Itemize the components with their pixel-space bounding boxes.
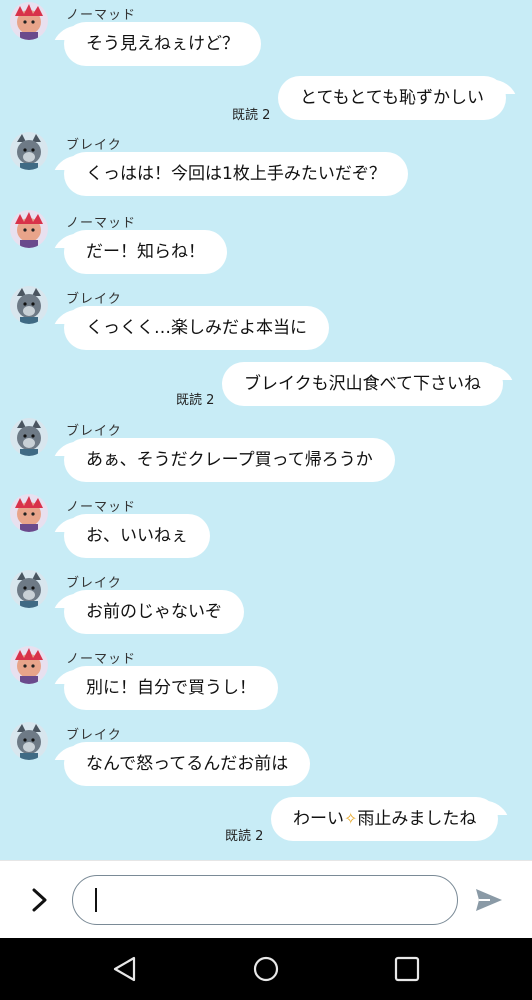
message-bubble[interactable]: 別に！自分で買うし！ bbox=[64, 666, 278, 710]
break-avatar[interactable] bbox=[10, 722, 48, 760]
home-circle-icon[interactable] bbox=[251, 954, 281, 984]
sender-name: ノーマッド bbox=[66, 500, 137, 515]
message-bubble[interactable]: ブレイクも沢山食べて下さいね bbox=[222, 362, 503, 406]
sparkle-icon: ✧ bbox=[344, 809, 358, 828]
message-bubble[interactable]: あぁ、そうだクレープ買って帰ろうか bbox=[64, 438, 395, 482]
message-row: ブレイク お前のじゃないぞ bbox=[0, 568, 532, 638]
android-navigation-bar bbox=[0, 938, 532, 1000]
message-input[interactable] bbox=[72, 875, 458, 925]
break-avatar[interactable] bbox=[10, 570, 48, 608]
message-row: 既読 2 わーい✧雨止みましたね bbox=[0, 797, 532, 847]
message-row: ブレイク あぁ、そうだクレープ買って帰ろうか bbox=[0, 416, 532, 486]
message-row: ブレイク なんで怒ってるんだお前は bbox=[0, 720, 532, 790]
sender-name: ノーマッド bbox=[66, 8, 137, 23]
chat-area[interactable]: ノーマッド そう見えねぇけど？ 既読 2 とてもとても恥ずかしい ブレイク くっ… bbox=[0, 0, 532, 860]
sender-name: ブレイク bbox=[66, 728, 122, 743]
message-row: ノーマッド お、いいねぇ bbox=[0, 492, 532, 562]
back-triangle-icon[interactable] bbox=[110, 954, 140, 984]
message-text: わーい bbox=[293, 809, 344, 829]
sender-name: ブレイク bbox=[66, 424, 122, 439]
message-bubble[interactable]: お前のじゃないぞ bbox=[64, 590, 244, 634]
message-row: ノーマッド そう見えねぇけど？ bbox=[0, 0, 532, 70]
break-avatar[interactable] bbox=[10, 418, 48, 456]
message-bubble[interactable]: くっはは！今回は1枚上手みたいだぞ？ bbox=[64, 152, 408, 196]
message-row: ノーマッド 別に！自分で買うし！ bbox=[0, 644, 532, 714]
message-bubble[interactable]: だー！知らね！ bbox=[64, 230, 227, 274]
message-bubble[interactable]: わーい✧雨止みましたね bbox=[271, 797, 499, 841]
message-bubble[interactable]: お、いいねぇ bbox=[64, 514, 210, 558]
nomad-avatar[interactable] bbox=[10, 646, 48, 684]
sender-name: ブレイク bbox=[66, 138, 122, 153]
read-receipt: 既読 2 bbox=[225, 829, 264, 844]
chevron-right-icon[interactable] bbox=[24, 885, 54, 915]
text-caret bbox=[95, 888, 97, 912]
break-avatar[interactable] bbox=[10, 132, 48, 170]
send-icon[interactable] bbox=[474, 885, 504, 915]
message-bubble[interactable]: とてもとても恥ずかしい bbox=[278, 76, 506, 120]
nomad-avatar[interactable] bbox=[10, 494, 48, 532]
message-row: 既読 2 とてもとても恥ずかしい bbox=[0, 76, 532, 126]
message-bubble[interactable]: なんで怒ってるんだお前は bbox=[64, 742, 311, 786]
sender-name: ノーマッド bbox=[66, 216, 137, 231]
sender-name: ブレイク bbox=[66, 292, 122, 307]
nomad-avatar[interactable] bbox=[10, 210, 48, 248]
break-avatar[interactable] bbox=[10, 286, 48, 324]
message-row: 既読 2 ブレイクも沢山食べて下さいね bbox=[0, 362, 532, 412]
recents-square-icon[interactable] bbox=[392, 954, 422, 984]
read-receipt: 既読 2 bbox=[232, 108, 271, 123]
message-composer bbox=[0, 860, 532, 938]
message-bubble[interactable]: そう見えねぇけど？ bbox=[64, 22, 261, 66]
sender-name: ブレイク bbox=[66, 576, 122, 591]
message-text: 雨止みましたね bbox=[357, 809, 477, 829]
message-row: ブレイク くっはは！今回は1枚上手みたいだぞ？ bbox=[0, 130, 532, 200]
message-bubble[interactable]: くっくく…楽しみだよ本当に bbox=[64, 306, 329, 350]
message-row: ノーマッド だー！知らね！ bbox=[0, 208, 532, 278]
message-row: ブレイク くっくく…楽しみだよ本当に bbox=[0, 284, 532, 354]
sender-name: ノーマッド bbox=[66, 652, 137, 667]
nomad-avatar[interactable] bbox=[10, 2, 48, 40]
read-receipt: 既読 2 bbox=[176, 393, 215, 408]
